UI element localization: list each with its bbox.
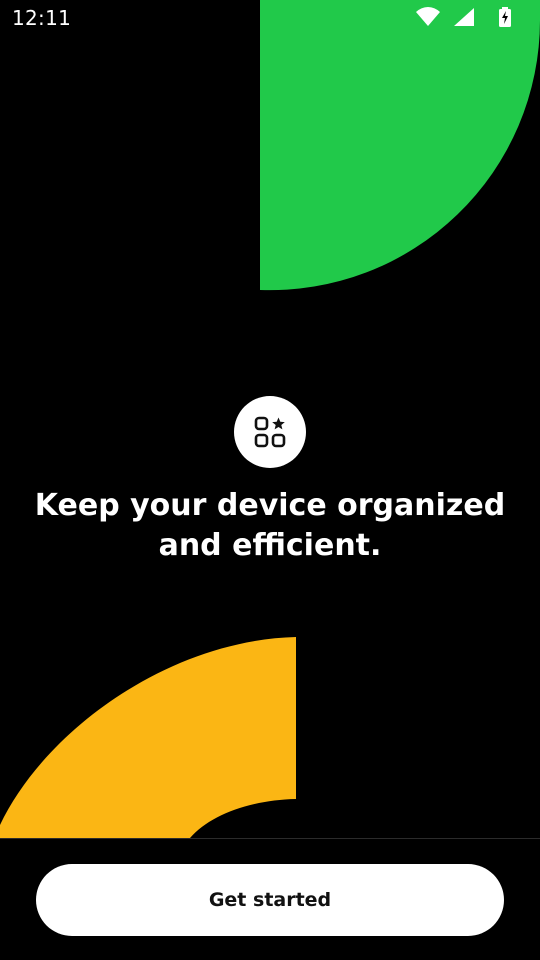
headline-line-1: Keep your device organized [34,488,506,523]
get-started-button[interactable]: Get started [36,864,504,936]
headline-line-2: and efficient. [158,528,382,563]
battery-charging-icon [499,7,511,27]
cellular-signal-icon [454,8,474,26]
onboarding-headline: Keep your device organized and efficient… [30,486,510,566]
yellow-arc-shape [0,637,296,838]
status-bar: 12:11 [0,0,540,36]
wifi-icon [416,7,440,27]
app-icon-badge [234,396,306,468]
green-quarter-circle-shape [260,0,540,291]
status-time: 12:11 [12,6,72,30]
apps-grid-star-icon [254,416,286,448]
